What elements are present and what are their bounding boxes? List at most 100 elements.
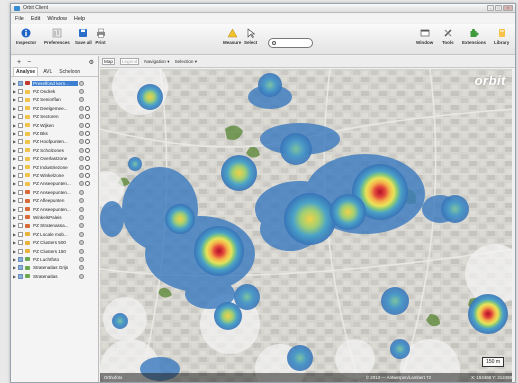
layer-row[interactable]: ▶ PZ Bks [11,129,98,137]
layer-row[interactable]: ▶ PZ Stratenassa... [11,222,98,230]
gear-icon[interactable]: ⚙ [89,59,94,66]
close-button[interactable]: × [503,5,513,11]
menu-window[interactable]: Window [47,16,67,22]
layer-filter-icon[interactable] [85,114,90,120]
layer-filter-icon[interactable] [85,147,90,153]
layer-opacity-icon[interactable] [79,80,84,86]
layer-row[interactable]: ▶ PZ Anseepunten... [11,188,98,196]
layer-visibility-checkbox[interactable] [18,122,23,128]
window-button[interactable]: Window [416,27,433,45]
layer-visibility-checkbox[interactable] [18,147,23,153]
layer-opacity-icon[interactable] [79,248,84,254]
layer-visibility-checkbox[interactable] [18,114,23,120]
layer-opacity-icon[interactable] [79,172,84,178]
layer-filter-icon[interactable] [85,156,90,162]
layer-filter-icon[interactable] [85,122,90,128]
layer-row[interactable]: ▶ PZ Ondrek [11,87,98,95]
preferences-button[interactable]: Preferences [44,27,70,45]
layer-row[interactable]: ▶ Stratenatlas [11,272,98,280]
layer-opacity-icon[interactable] [79,231,84,237]
layer-opacity-icon[interactable] [79,198,84,204]
layer-visibility-checkbox[interactable] [18,189,23,195]
layer-visibility-checkbox[interactable] [18,248,23,254]
layer-opacity-icon[interactable] [79,147,84,153]
layer-opacity-icon[interactable] [79,131,84,137]
minimize-button[interactable]: – [487,5,494,11]
print-button[interactable]: Print [95,27,106,45]
layer-visibility-checkbox[interactable] [18,240,23,246]
layer-row[interactable]: ▶ PZ Sectoren [11,113,98,121]
layer-row[interactable]: ▶ PZ Deelgemee... [11,104,98,112]
layer-visibility-checkbox[interactable] [18,214,23,220]
layer-opacity-icon[interactable] [79,240,84,246]
menu-edit[interactable]: Edit [31,16,40,22]
layer-row[interactable]: ▶ WinkelsPaleis [11,213,98,221]
layer-filter-icon[interactable] [85,131,90,137]
measure-button[interactable]: Measure [223,27,241,45]
remove-layer-button[interactable]: − [27,59,31,66]
layer-opacity-icon[interactable] [79,97,84,103]
layer-opacity-icon[interactable] [79,206,84,212]
inspector-button[interactable]: Inspector [16,27,36,45]
layer-opacity-icon[interactable] [79,189,84,195]
layer-visibility-checkbox[interactable] [18,172,23,178]
layer-visibility-checkbox[interactable] [18,231,23,237]
layer-filter-icon[interactable] [85,139,90,145]
map-toggle-button[interactable]: Map [102,58,115,65]
layer-row[interactable]: ▶ PZ Locale mob... [11,230,98,238]
layer-visibility-checkbox[interactable] [18,97,23,103]
menu-help[interactable]: Help [74,16,85,22]
layer-opacity-icon[interactable] [79,214,84,220]
layer-filter-icon[interactable] [85,181,90,187]
add-layer-button[interactable]: + [17,59,21,66]
layer-filter-icon[interactable] [85,105,90,111]
layer-filter-icon[interactable] [85,172,90,178]
layer-visibility-checkbox[interactable] [18,105,23,111]
layer-opacity-icon[interactable] [79,256,84,262]
layer-visibility-checkbox[interactable] [18,273,23,279]
layer-visibility-checkbox[interactable] [18,80,23,86]
save-all-button[interactable]: Save all [75,27,92,45]
layer-opacity-icon[interactable] [79,89,84,95]
extensions-button[interactable]: Extensions [462,27,486,45]
layer-opacity-icon[interactable] [79,164,84,170]
search-input[interactable] [268,38,313,48]
layer-visibility-checkbox[interactable] [18,131,23,137]
layer-opacity-icon[interactable] [79,156,84,162]
tab-analyse[interactable]: Analyse [13,67,39,76]
library-button[interactable]: Library [494,27,509,45]
layer-opacity-icon[interactable] [79,273,84,279]
layer-row[interactable]: ▶ PZ Clusters 500 [11,238,98,246]
maximize-button[interactable]: □ [495,5,502,11]
layer-visibility-checkbox[interactable] [18,265,23,271]
select-button[interactable]: Select [244,27,257,45]
layer-visibility-checkbox[interactable] [18,198,23,204]
layer-visibility-checkbox[interactable] [18,256,23,262]
menu-file[interactable]: File [15,16,24,22]
layer-opacity-icon[interactable] [79,105,84,111]
layer-row[interactable]: ▶ PZ Anseepunten... [11,180,98,188]
layer-row[interactable]: ▶ PZ Winkelzone [11,171,98,179]
layer-opacity-icon[interactable] [79,223,84,229]
selection-dropdown[interactable]: Selection ▾ [175,59,198,65]
layer-visibility-checkbox[interactable] [18,223,23,229]
layer-row[interactable]: ▶ PZ Anseepunten... [11,205,98,213]
layer-row[interactable]: ▶ PZ Scholzones [11,146,98,154]
layer-row[interactable]: ▶ PZ Industriezone [11,163,98,171]
layer-visibility-checkbox[interactable] [18,139,23,145]
layer-opacity-icon[interactable] [79,122,84,128]
layer-opacity-icon[interactable] [79,265,84,271]
layer-row[interactable]: ▶ PZ Luchtfoto [11,255,98,263]
layer-row[interactable]: ▶ PZ Clusters 150 [11,247,98,255]
layer-row[interactable]: ▶ PZ Wijken [11,121,98,129]
layer-visibility-checkbox[interactable] [18,89,23,95]
tab-avl[interactable]: AVL [41,68,54,76]
legend-toggle-button[interactable]: Legend [119,58,140,65]
layer-visibility-checkbox[interactable] [18,156,23,162]
layer-visibility-checkbox[interactable] [18,181,23,187]
layer-visibility-checkbox[interactable] [18,206,23,212]
tools-button[interactable]: Tools [442,27,454,45]
layer-row[interactable]: ▶ PZ Afleepunten [11,196,98,204]
layer-row[interactable]: ▶ PZ Overlastzone [11,155,98,163]
layer-opacity-icon[interactable] [79,114,84,120]
